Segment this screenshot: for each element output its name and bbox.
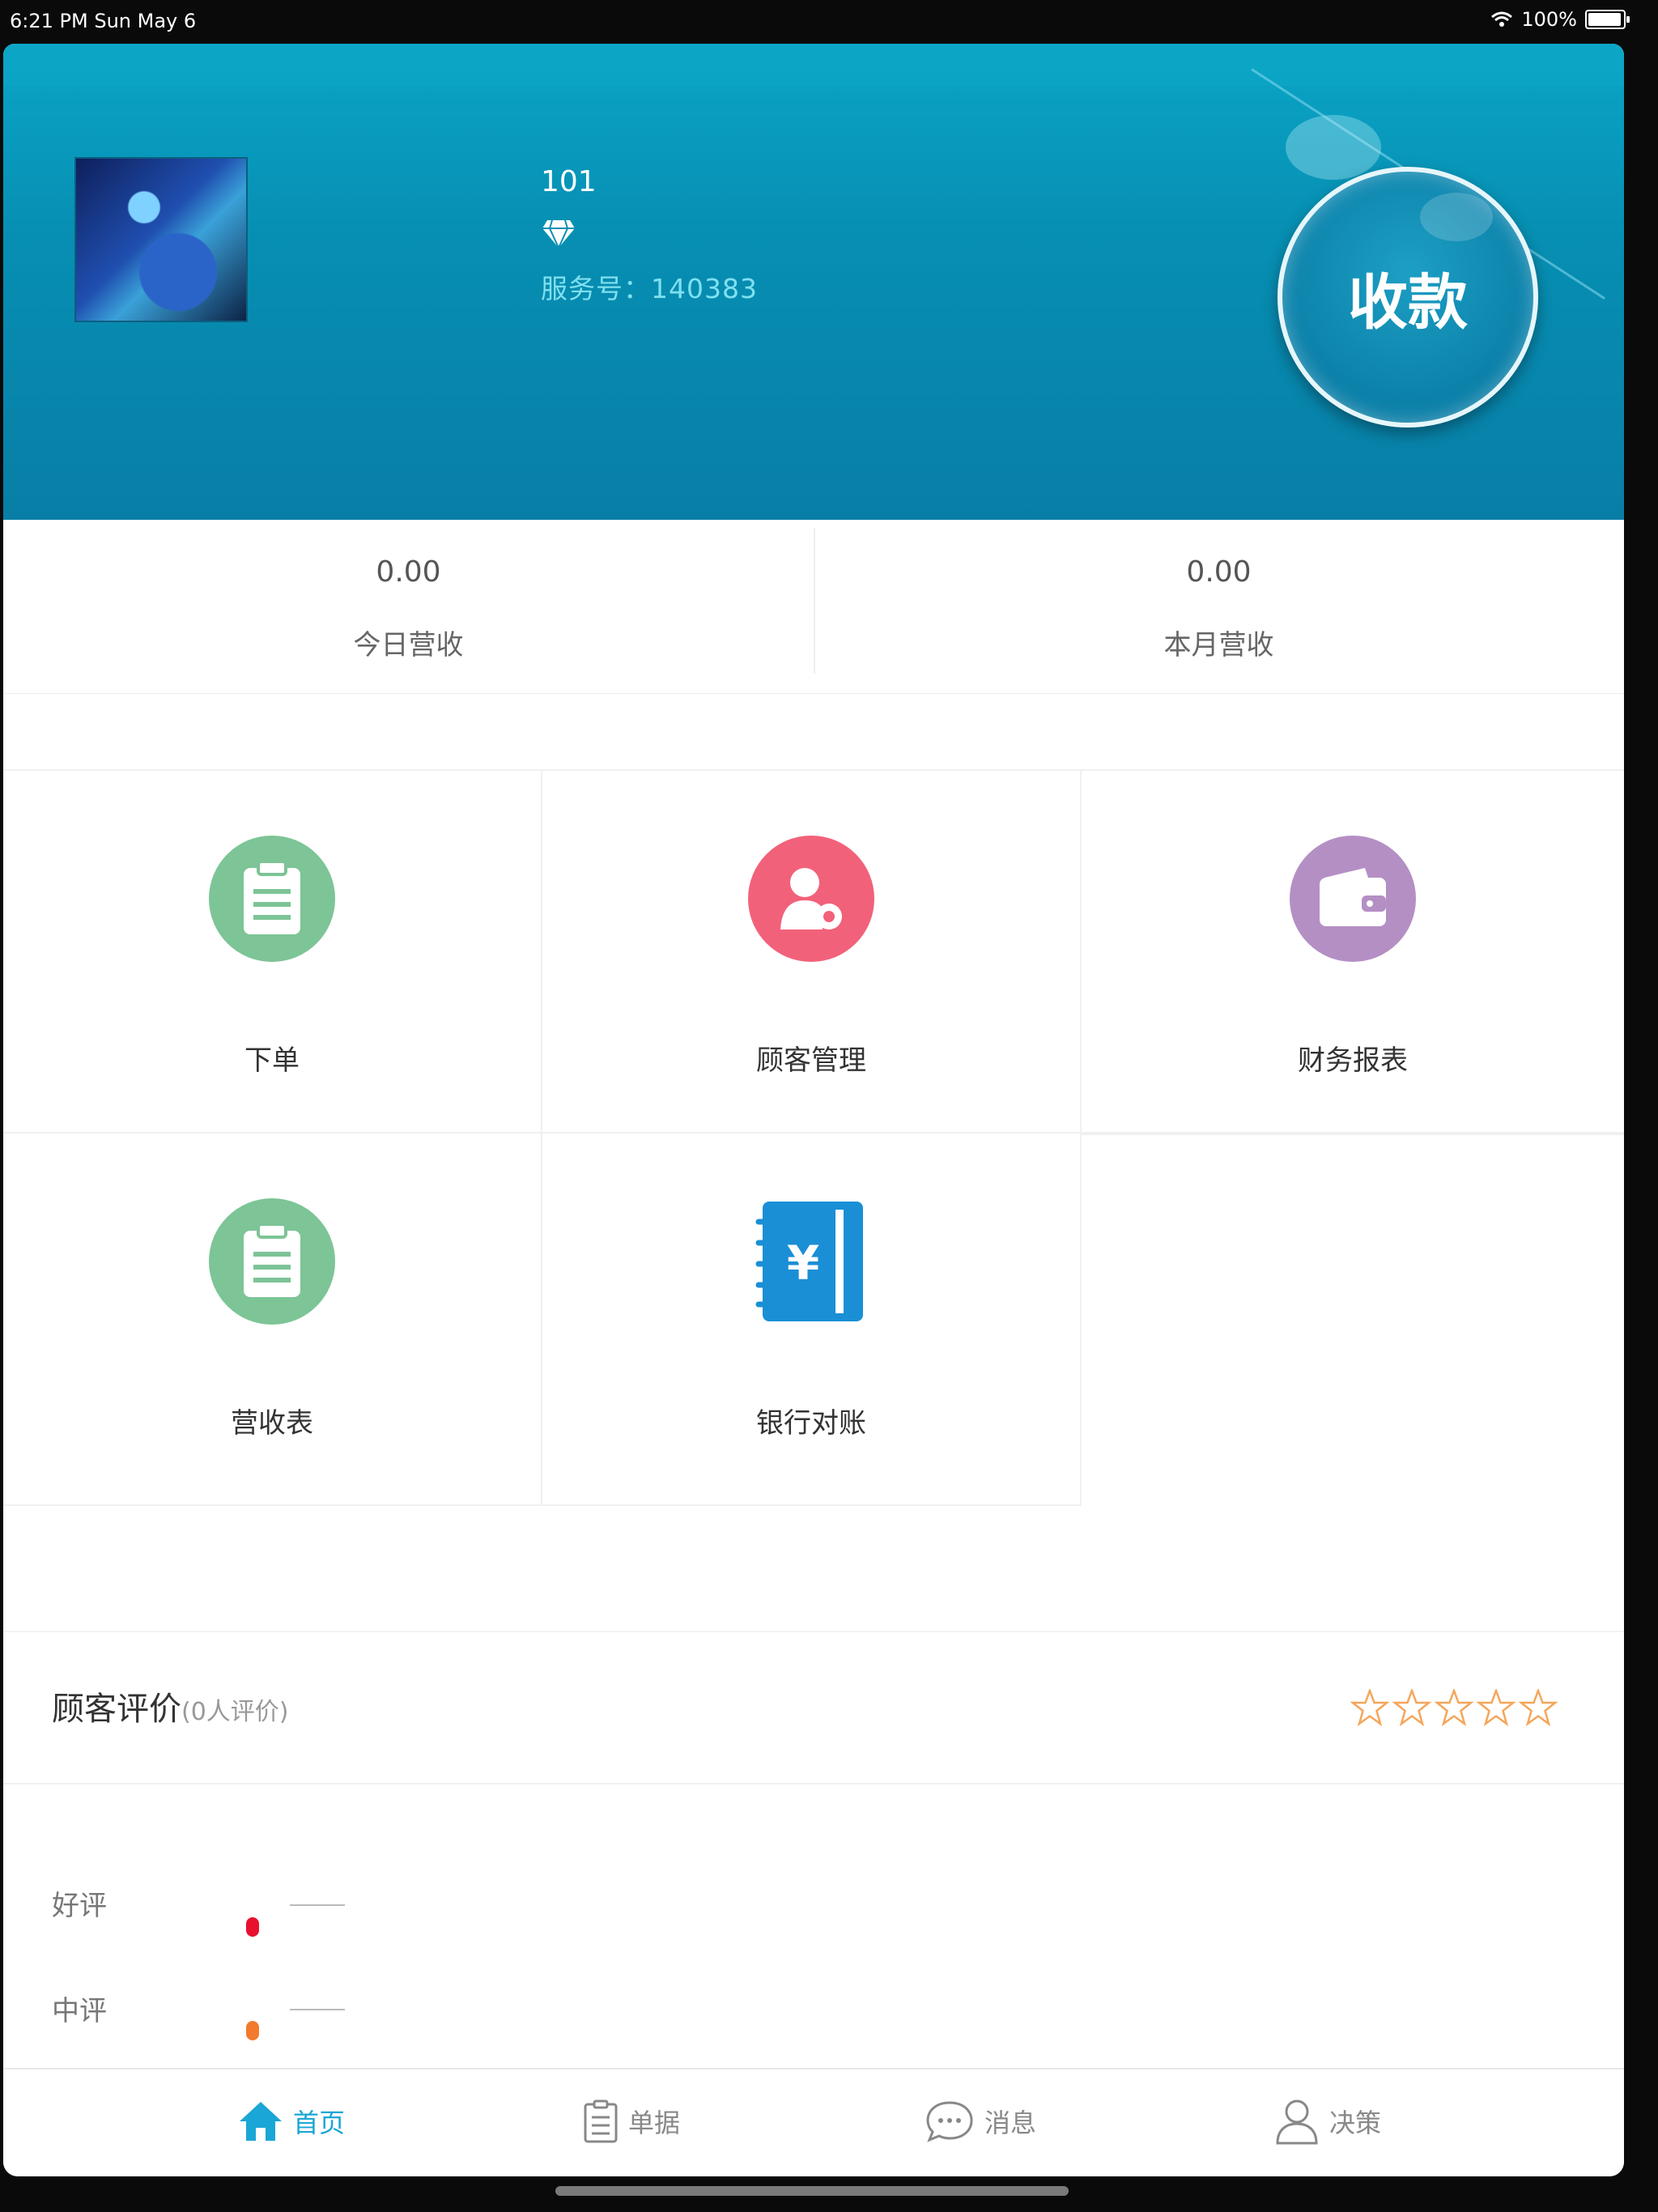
- menu-financial-report[interactable]: 财务报表: [1082, 769, 1624, 1134]
- star-icon[interactable]: [1477, 1689, 1516, 1726]
- menu-customer-management[interactable]: 顾客管理: [542, 769, 1082, 1134]
- review-dot-good: [246, 1917, 259, 1937]
- tab-documents[interactable]: 单据: [583, 2097, 680, 2146]
- star-icon[interactable]: [1519, 1689, 1558, 1726]
- review-row-label: 好评: [52, 1890, 107, 1922]
- menu-label: 财务报表: [1298, 1044, 1408, 1077]
- review-bar-medium: [290, 2009, 345, 2010]
- status-bar: 6:21 PM Sun May 6 100%: [0, 0, 1658, 44]
- clipboard-icon: [209, 1198, 335, 1325]
- status-right: 100%: [1490, 8, 1630, 31]
- review-header: 顾客评价(0人评价): [3, 1632, 1624, 1784]
- today-revenue[interactable]: 0.00 今日营收: [3, 520, 814, 693]
- review-row-label: 中评: [52, 1995, 107, 2027]
- yen-notebook-icon: ¥: [748, 1198, 874, 1325]
- wallet-icon: [1290, 836, 1416, 962]
- status-time: 6:21 PM Sun May 6: [10, 10, 197, 32]
- chat-icon: [926, 2101, 973, 2142]
- today-revenue-value: 0.00: [376, 555, 441, 589]
- collect-payment-label: 收款: [1348, 267, 1468, 338]
- star-icon[interactable]: [1435, 1689, 1473, 1726]
- home-icon: [240, 2102, 282, 2141]
- review-bar-good: [290, 1904, 345, 1906]
- battery-fill: [1588, 13, 1621, 26]
- menu-label: 下单: [244, 1044, 300, 1077]
- review-title-text: 顾客评价: [52, 1691, 181, 1728]
- clipboard-icon: [209, 836, 335, 962]
- shop-name: 101: [541, 165, 597, 198]
- tab-home[interactable]: 首页: [238, 2097, 345, 2146]
- user-settings-icon: [748, 836, 874, 962]
- tab-messages[interactable]: 消息: [925, 2097, 1036, 2146]
- button-shine: [1420, 193, 1493, 241]
- wifi-icon: [1491, 11, 1513, 27]
- menu-label: 顾客管理: [756, 1044, 866, 1077]
- star-icon[interactable]: [1392, 1689, 1431, 1726]
- review-title: 顾客评价(0人评价): [52, 1682, 289, 1729]
- svg-text:¥: ¥: [787, 1236, 819, 1291]
- month-revenue-value: 0.00: [1186, 555, 1252, 589]
- today-revenue-label: 今日营收: [353, 629, 464, 661]
- tab-label: 消息: [984, 2108, 1037, 2138]
- user-icon: [1276, 2099, 1318, 2145]
- month-revenue-label: 本月营收: [1163, 629, 1274, 661]
- document-icon: [584, 2099, 618, 2143]
- review-count: (0人评价): [181, 1698, 289, 1726]
- review-row-good: 好评: [52, 1883, 107, 1923]
- menu-empty-cell: [1082, 1134, 1624, 1506]
- function-grid: 下单 顾客管理 财务报表 营收表 ¥ 银行对账: [3, 769, 1624, 1517]
- battery-percent: 100%: [1521, 8, 1577, 31]
- review-row-medium: 中评: [52, 1989, 107, 2028]
- rating-stars: [1350, 1689, 1558, 1726]
- tab-label: 决策: [1329, 2108, 1382, 2138]
- header-decor-bubble: [1286, 115, 1381, 180]
- review-dot-medium: [246, 2021, 259, 2040]
- menu-bank-reconciliation[interactable]: ¥ 银行对账: [542, 1134, 1082, 1506]
- shop-avatar[interactable]: [74, 157, 248, 322]
- tab-label: 首页: [293, 2108, 346, 2138]
- menu-place-order[interactable]: 下单: [3, 769, 542, 1134]
- service-number: 服务号：140383: [541, 273, 758, 304]
- header-topband: [3, 44, 1624, 86]
- menu-label: 银行对账: [756, 1407, 866, 1440]
- diamond-icon: [542, 219, 575, 249]
- app-screen: 101 服务号：140383 收款 0.00 今日营收 0.00 本月营收 下单: [3, 44, 1624, 2176]
- customer-reviews: 顾客评价(0人评价) 好评 中评 差评: [3, 1631, 1624, 2134]
- tab-label: 单据: [628, 2108, 681, 2138]
- home-indicator[interactable]: [555, 2186, 1069, 2196]
- battery-icon: [1585, 10, 1630, 29]
- revenue-summary: 0.00 今日营收 0.00 本月营收: [3, 520, 1624, 694]
- collect-payment-button[interactable]: 收款: [1278, 167, 1538, 428]
- month-revenue[interactable]: 0.00 本月营收: [814, 520, 1624, 693]
- menu-revenue-sheet[interactable]: 营收表: [3, 1134, 542, 1506]
- tab-decisions[interactable]: 决策: [1274, 2097, 1381, 2146]
- header: 101 服务号：140383 收款: [3, 44, 1624, 520]
- menu-label: 营收表: [231, 1407, 313, 1440]
- tab-bar: 首页 单据 消息 决策: [3, 2068, 1624, 2176]
- star-icon[interactable]: [1350, 1689, 1389, 1726]
